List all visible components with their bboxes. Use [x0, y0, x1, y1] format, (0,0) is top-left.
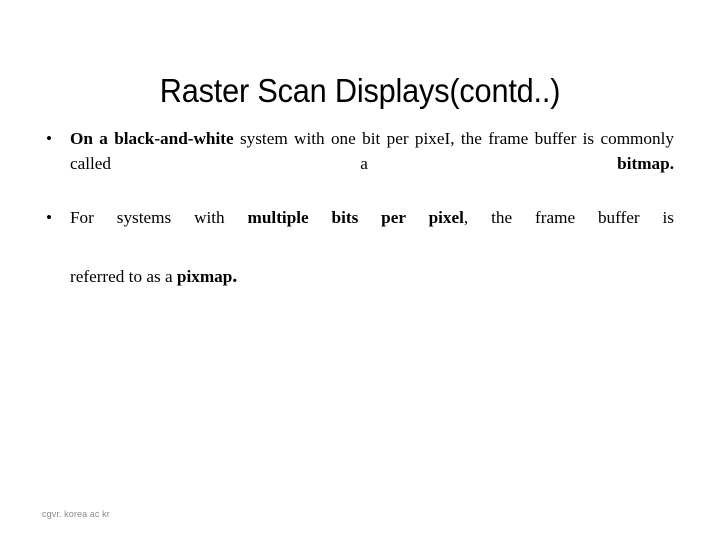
list-item-text: On a black-and-white system with one bit… [70, 126, 674, 201]
slide-footer: cgvr. korea ac kr [42, 509, 110, 520]
list-item-text: For systems with multiple bits per pixel… [70, 205, 674, 255]
list-item-text-run: referred to as a [70, 267, 177, 286]
list-item-text-run: , the frame buffer is [463, 208, 674, 227]
emphasis-multiple-bits-per-pixel: multiple bits per pixel [247, 208, 464, 227]
emphasis-pixmap: pixmap [176, 267, 233, 286]
emphasis-bitmap: bitmap. [617, 154, 674, 173]
list-item: • For systems with multiple bits per pix… [42, 205, 674, 289]
bullet-marker-icon: • [46, 129, 53, 148]
bullet-list: • On a black-and-white system with one b… [42, 126, 674, 289]
emphasis-pixmap-period: . [232, 265, 238, 287]
list-item-text-tail: referred to as a pixmap. [70, 264, 674, 289]
bullet-marker-icon: • [46, 208, 53, 227]
list-item: • On a black-and-white system with one b… [42, 126, 674, 201]
page-title: Raster Scan Displays(contd..) [159, 72, 561, 110]
list-item-text-run: For systems with [70, 208, 248, 227]
emphasis-black-and-white: On a black-and-white [70, 129, 234, 148]
slide-canvas: Raster Scan Displays(contd..) • On a bla… [0, 0, 720, 540]
